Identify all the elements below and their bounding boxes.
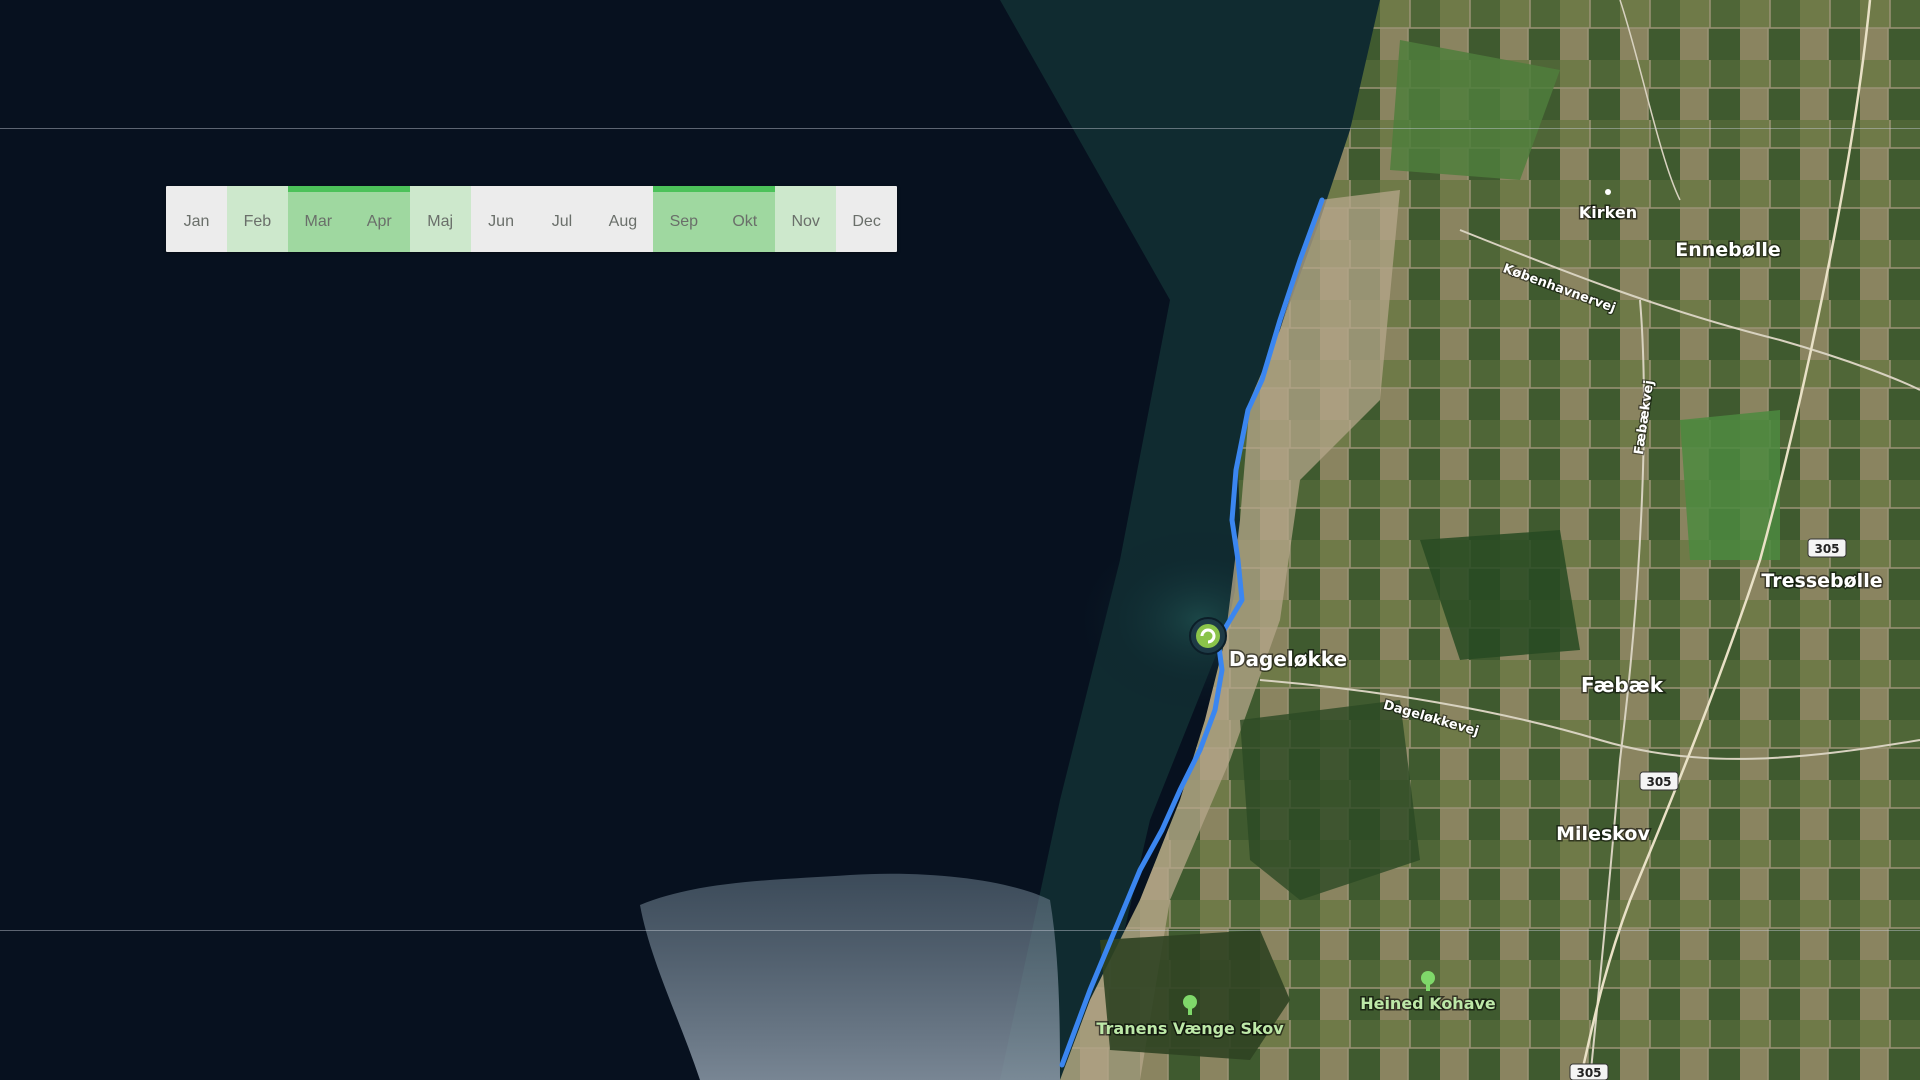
svg-text:305: 305: [1814, 542, 1839, 556]
place-dagelokke[interactable]: Dageløkke: [1227, 646, 1348, 673]
place-kirken[interactable]: Kirken: [1577, 202, 1638, 224]
month-dec: Dec: [836, 186, 897, 252]
road-shield-305: 305: [1569, 1063, 1609, 1080]
month-nov: Nov: [775, 186, 837, 252]
month-mar: Mar: [287, 186, 349, 252]
month-sep: Sep: [653, 186, 715, 252]
place-ennebolle[interactable]: Ennebølle: [1674, 238, 1782, 263]
park-tranens[interactable]: Tranens Vænge Skov: [1095, 1018, 1286, 1040]
month-apr: Apr: [348, 186, 410, 252]
divider-line-top: [0, 128, 1920, 129]
month-maj: Maj: [409, 186, 471, 252]
month-jan: Jan: [166, 186, 227, 252]
month-okt: Okt: [714, 186, 776, 252]
month-jun: Jun: [470, 186, 532, 252]
park-heined[interactable]: Heined Kohave: [1359, 993, 1498, 1015]
satellite-map[interactable]: Kirken Ennebølle Tressebølle Fæbæk Miles…: [0, 0, 1920, 1080]
place-tressebolle[interactable]: Tressebølle: [1760, 569, 1884, 594]
road-shield-305: 305: [1639, 771, 1679, 791]
svg-text:305: 305: [1576, 1066, 1601, 1080]
divider-line-bottom: [0, 930, 1920, 931]
kirken-dot-icon: [1605, 189, 1611, 195]
month-feb: Feb: [226, 186, 288, 252]
month-jul: Jul: [531, 186, 593, 252]
place-faebaek[interactable]: Fæbæk: [1579, 672, 1665, 699]
place-mileskov[interactable]: Mileskov: [1555, 822, 1652, 847]
svg-text:305: 305: [1646, 775, 1671, 789]
season-calendar: Jan Feb Mar Apr Maj Jun Jul Aug Sep Okt Nov Dec: [166, 186, 897, 252]
road-shield-305: 305: [1807, 538, 1847, 558]
month-aug: Aug: [592, 186, 654, 252]
location-marker[interactable]: [1189, 617, 1227, 655]
